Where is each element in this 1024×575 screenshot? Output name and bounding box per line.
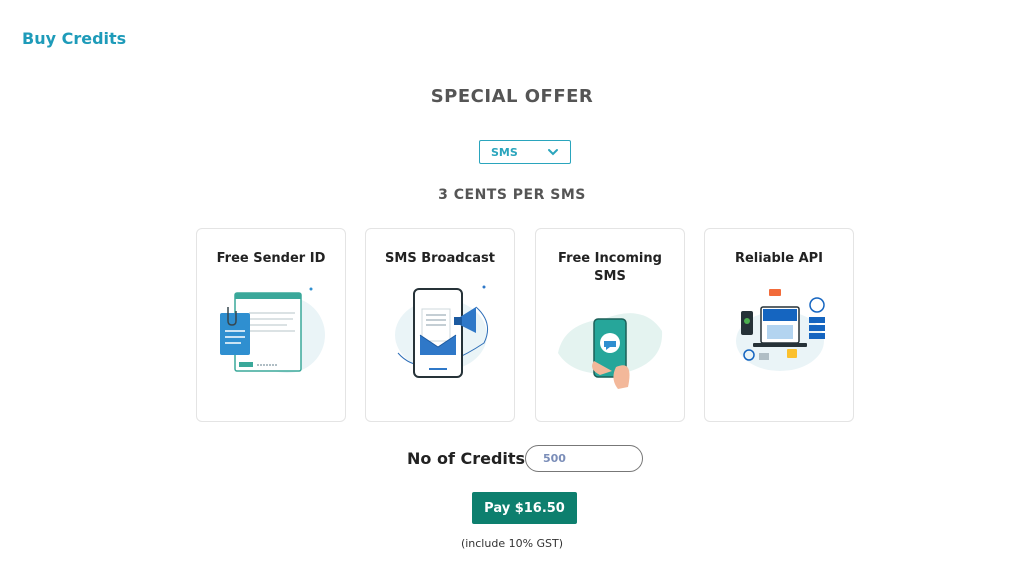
- feature-card-incoming-sms: Free Incoming SMS: [535, 228, 685, 422]
- broadcast-illustration: [395, 285, 489, 378]
- feature-title: SMS Broadcast: [385, 251, 495, 266]
- feature-card-sms-broadcast: SMS Broadcast: [365, 228, 515, 422]
- rate-text: 3 CENTS PER SMS: [438, 187, 586, 203]
- feature-card-sender-id: Free Sender ID: [196, 228, 346, 422]
- offer-title: SPECIAL OFFER: [430, 86, 594, 107]
- feature-title: Free Incoming SMS: [558, 251, 662, 284]
- incoming-sms-illustration: [558, 313, 663, 389]
- sender-id-illustration: [220, 287, 325, 373]
- feature-title: Free Sender ID: [216, 251, 326, 266]
- gst-note: (include 10% GST): [460, 537, 564, 550]
- feature-card-reliable-api: Reliable API: [704, 228, 854, 422]
- feature-title: Reliable API: [734, 251, 824, 266]
- api-illustration: [736, 289, 825, 371]
- credits-label: No of Credits:: [407, 449, 532, 468]
- pay-button[interactable]: Pay $16.50: [472, 492, 577, 524]
- credits-input[interactable]: [525, 445, 643, 472]
- page-title: Buy Credits: [22, 29, 127, 48]
- product-select-value: SMS: [491, 145, 518, 159]
- chevron-down-icon: [548, 149, 558, 156]
- product-select[interactable]: SMS: [479, 140, 571, 164]
